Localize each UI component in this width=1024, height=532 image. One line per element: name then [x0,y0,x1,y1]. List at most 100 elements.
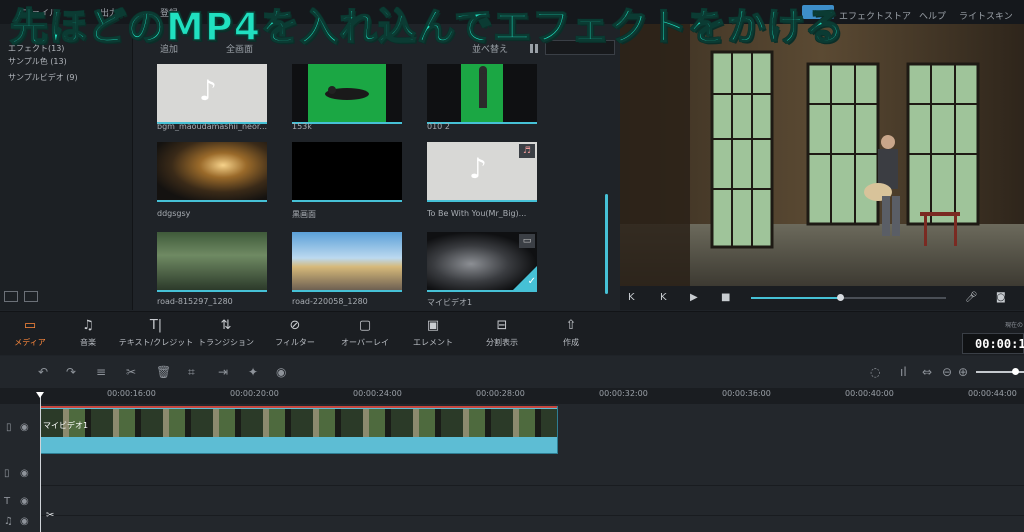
media-thumb[interactable] [427,64,537,124]
mute-icon[interactable]: ◉ [20,516,29,527]
help-link[interactable]: ヘルプ [919,9,946,22]
media-thumb[interactable] [157,142,267,202]
text-track-lane [40,486,1024,516]
timecode-label: 現在の [1005,322,1024,329]
new-folder-icon[interactable] [4,291,18,302]
undo-icon[interactable]: ↶ [38,365,48,379]
tool-export[interactable]: ⇧ 作成 [531,318,611,348]
overlay-caption: 先ほどのMP4を入れ込んでエフェクトをかける [9,4,845,50]
marker-icon[interactable]: ✦ [248,365,258,379]
progress-knob[interactable] [837,294,844,301]
tool-text[interactable]: T| テキスト/クレジット [116,318,196,348]
video-clip[interactable]: マイビデオ1 [40,406,558,454]
color-palette-icon[interactable]: ◉ [276,365,286,379]
video-track-icon: ▯ [6,422,12,433]
ruler-tick-label: 00:00:24:00 [353,389,402,398]
media-label: road-815297_1280 [157,297,233,306]
export-icon: ⇧ [565,318,577,333]
eye-icon[interactable]: ◉ [20,496,29,507]
timeline-tracks: ▯ ◉ マイビデオ1 ▯ ◉ T ◉ ♫ ◉ ✂ [0,404,1024,532]
preview-panel: K K ▶ ■ 🎤︎ ◙ [620,24,1024,310]
split-icon: ⊟ [496,318,508,333]
media-label: bgm_maoudamashii_neor... [157,122,268,131]
selected-check-icon [513,266,537,290]
redo-icon[interactable]: ↷ [66,365,76,379]
tool-split-screen[interactable]: ⊟ 分割表示 [462,318,542,348]
pip-track-lane [40,456,1024,486]
eye-icon[interactable]: ◉ [20,422,29,433]
person-silhouette-icon [325,86,369,100]
cut-icon[interactable]: ✂ [126,365,136,379]
ruler-tick-label: 00:00:20:00 [230,389,279,398]
media-scrollbar[interactable] [605,194,608,294]
media-library-sidebar: エフェクト(13) サンプル色 (13) サンプルビデオ (9) [0,24,133,310]
music-note-icon: ♪ [199,74,217,107]
playhead[interactable] [36,392,44,532]
import-icon[interactable]: ⇥ [218,365,228,379]
light-skin-link[interactable]: ライトスキン [959,9,1013,22]
tool-filter[interactable]: ⊘ フィルター [255,318,335,348]
scissors-icon[interactable]: ✂ [46,510,54,521]
audio-track-header: ♫ ◉ [0,508,40,532]
ruler-tick-label: 00:00:28:00 [476,389,525,398]
pip-track-icon: ▯ [4,468,10,479]
eye-icon[interactable]: ◉ [20,468,29,479]
timeline-ruler[interactable]: 00:00:16:00 00:00:20:00 00:00:24:00 00:0… [0,388,1024,404]
media-label: 153k [292,122,312,131]
microphone-icon[interactable]: 🎤︎ [965,292,978,303]
library-item[interactable]: サンプル色 (13) [8,56,67,67]
preview-progress-slider[interactable] [751,294,946,301]
camera-icon[interactable]: ◙ [996,292,1006,303]
play-button[interactable]: ▶ [690,292,698,303]
preview-controls: K K ▶ ■ 🎤︎ ◙ [620,286,1024,310]
timecode-display: 00:00:1 [962,333,1024,354]
person-silhouette-icon [479,66,487,108]
media-thumb[interactable]: ▭ [427,232,537,292]
media-label: To Be With You(Mr_Big)... [427,209,527,218]
audio-mixer-icon[interactable]: ıl [900,365,907,379]
tool-element[interactable]: ▣ エレメント [393,318,473,348]
media-thumb[interactable] [292,142,402,202]
prev-frame-button[interactable]: K [628,292,635,303]
media-thumb[interactable]: ♪ [157,64,267,124]
text-track-icon: T [4,496,11,507]
adjust-icon[interactable]: ≡ [96,365,106,379]
media-thumb[interactable] [292,64,402,124]
video-track-header: ▯ ◉ [0,414,40,444]
media-label: road-220058_1280 [292,297,368,306]
ruler-tick-label: 00:00:36:00 [722,389,771,398]
ruler-tick-label: 00:00:16:00 [107,389,156,398]
zoom-in-icon[interactable]: ⊕ [958,365,968,379]
crop-icon[interactable]: ⌗ [188,365,195,380]
image-icon: ▣ [426,318,440,333]
audio-track-icon: ♫ [4,516,13,527]
zoom-slider[interactable] [976,368,1024,375]
media-label: マイビデオ1 [427,298,473,307]
pip-track-header: ▯ ◉ [0,460,40,490]
media-thumb[interactable] [292,232,402,292]
library-item[interactable]: サンプルビデオ (9) [8,72,78,83]
filter-icon: ⊘ [289,318,301,333]
media-label: 黒画面 [292,210,316,219]
ruler-tick-label: 00:00:40:00 [845,389,894,398]
clip-name: マイビデオ1 [43,421,89,430]
library-actions [4,287,44,306]
delete-icon[interactable]: 🗑︎ [156,365,171,379]
tool-strip: ▭ メディア ♫ 音楽 T| テキスト/クレジット ⇅ トランジション ⊘ フィルター ▢… [0,311,1024,355]
preview-video [620,24,1024,286]
render-icon[interactable]: ◌ [870,365,880,379]
audio-badge-icon: ♬ [519,144,535,158]
tool-transition[interactable]: ⇅ トランジション [186,318,266,348]
text-icon: T| [149,318,163,333]
video-badge-icon: ▭ [519,234,535,248]
zoom-out-icon[interactable]: ⊖ [942,365,952,379]
media-thumb[interactable] [157,232,267,292]
effect-store-link[interactable]: エフェクトストア [839,9,911,22]
media-label: 010 2 [427,122,450,131]
fit-icon[interactable]: ⇔ [922,365,932,379]
ruler-tick-label: 00:00:44:00 [968,389,1017,398]
stop-button[interactable]: ■ [721,292,730,303]
folder-icon[interactable] [24,291,38,302]
step-back-button[interactable]: K [660,292,667,303]
media-thumb[interactable]: ♪ ♬ [427,142,537,202]
